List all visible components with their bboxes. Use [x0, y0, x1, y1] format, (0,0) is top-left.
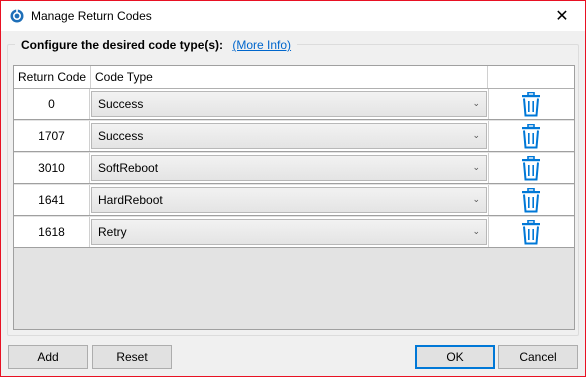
delete-cell — [488, 185, 574, 215]
column-header-delete — [488, 66, 574, 88]
dialog-window: Manage Return Codes ✕ Configure the desi… — [0, 0, 586, 377]
code-type-dropdown[interactable]: Retry ⌄ — [91, 219, 487, 245]
add-button[interactable]: Add — [8, 345, 88, 369]
table-row[interactable]: 3010 SoftReboot ⌄ — [14, 153, 574, 184]
table-row[interactable]: 0 Success ⌄ — [14, 89, 574, 120]
grid-header: Return Code Code Type — [14, 66, 574, 89]
table-row[interactable]: 1618 Retry ⌄ — [14, 217, 574, 248]
table-row[interactable]: 1641 HardReboot ⌄ — [14, 185, 574, 216]
ok-button[interactable]: OK — [415, 345, 495, 369]
more-info-link[interactable]: (More Info) — [232, 38, 291, 52]
window-title: Manage Return Codes — [31, 9, 152, 23]
return-code-cell[interactable]: 3010 — [14, 153, 90, 183]
cancel-button[interactable]: Cancel — [498, 345, 578, 369]
group-label: Configure the desired code type(s): — [21, 38, 224, 52]
return-code-cell[interactable]: 1618 — [14, 217, 90, 247]
table-row[interactable]: 1707 Success ⌄ — [14, 121, 574, 152]
code-type-value: Success — [98, 129, 144, 143]
delete-cell — [488, 121, 574, 151]
reset-button[interactable]: Reset — [92, 345, 172, 369]
group-heading: Configure the desired code type(s): (Mor… — [15, 38, 298, 52]
column-header-code-type[interactable]: Code Type — [91, 66, 488, 88]
return-code-cell[interactable]: 1707 — [14, 121, 90, 151]
return-code-cell[interactable]: 0 — [14, 89, 90, 119]
chevron-down-icon: ⌄ — [472, 98, 480, 108]
chevron-down-icon: ⌄ — [472, 130, 480, 140]
return-codes-grid: Return Code Code Type 0 Success ⌄ 1707 Succe… — [13, 65, 575, 330]
column-header-return-code[interactable]: Return Code — [14, 66, 91, 88]
close-button[interactable]: ✕ — [539, 1, 585, 31]
delete-cell — [488, 89, 574, 119]
code-type-value: SoftReboot — [98, 161, 159, 175]
code-type-dropdown[interactable]: SoftReboot ⌄ — [91, 155, 487, 181]
trash-icon[interactable] — [520, 92, 542, 117]
code-type-value: Success — [98, 97, 144, 111]
chevron-down-icon: ⌄ — [472, 226, 480, 236]
code-type-value: Retry — [98, 225, 127, 239]
chevron-down-icon: ⌄ — [472, 162, 480, 172]
code-type-dropdown[interactable]: Success ⌄ — [91, 123, 487, 149]
trash-icon[interactable] — [520, 220, 542, 245]
close-icon: ✕ — [555, 8, 569, 25]
code-type-dropdown[interactable]: HardReboot ⌄ — [91, 187, 487, 213]
trash-icon[interactable] — [520, 188, 542, 213]
app-logo-icon — [10, 9, 24, 23]
delete-cell — [488, 153, 574, 183]
title-bar[interactable]: Manage Return Codes ✕ — [1, 1, 585, 31]
trash-icon[interactable] — [520, 124, 542, 149]
chevron-down-icon: ⌄ — [472, 194, 480, 204]
return-code-cell[interactable]: 1641 — [14, 185, 90, 215]
delete-cell — [488, 217, 574, 247]
code-type-value: HardReboot — [98, 193, 163, 207]
code-type-dropdown[interactable]: Success ⌄ — [91, 91, 487, 117]
trash-icon[interactable] — [520, 156, 542, 181]
